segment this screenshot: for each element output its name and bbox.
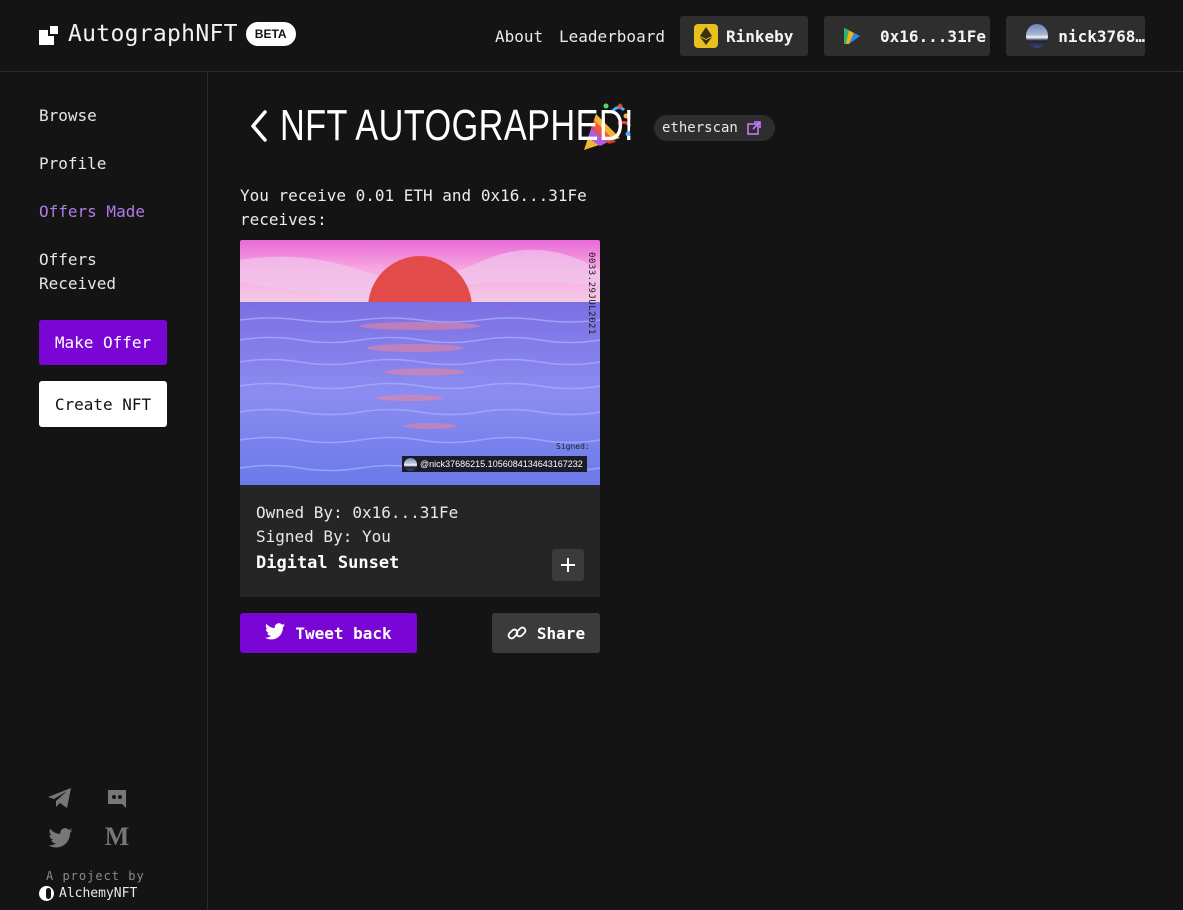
wallet-button[interactable]: 0x16...31Fe bbox=[824, 16, 990, 56]
sidebar: Browse Profile Offers Made Offers Receiv… bbox=[0, 72, 208, 910]
etherscan-link[interactable]: etherscan bbox=[654, 115, 775, 141]
beta-badge: BETA bbox=[245, 22, 296, 46]
top-header: AutographNFT BETA About Leaderboard Rink… bbox=[0, 0, 1183, 72]
nav-leaderboard[interactable]: Leaderboard bbox=[559, 27, 665, 46]
etherscan-label: etherscan bbox=[662, 120, 738, 136]
back-chevron-icon[interactable] bbox=[248, 106, 270, 146]
nav-about[interactable]: About bbox=[495, 27, 543, 46]
external-link-icon bbox=[747, 121, 761, 135]
alchemy-link[interactable]: AlchemyNFT bbox=[39, 886, 137, 901]
signature-text: @nick37686215.1056084134643167232 bbox=[420, 459, 583, 469]
tweet-back-button[interactable]: Tweet back bbox=[240, 613, 417, 653]
telegram-icon[interactable] bbox=[47, 785, 73, 811]
medium-icon[interactable]: M bbox=[104, 822, 130, 851]
logo[interactable]: AutographNFT BETA bbox=[39, 21, 296, 47]
nft-signed-label: Signed: bbox=[556, 442, 590, 451]
share-label: Share bbox=[536, 623, 586, 643]
nft-name: Digital Sunset bbox=[256, 553, 400, 573]
nft-artwork bbox=[240, 240, 600, 485]
twitter-icon bbox=[265, 623, 286, 643]
logo-text: AutographNFT bbox=[68, 21, 238, 47]
project-by-label: A project by bbox=[46, 869, 145, 883]
create-nft-button[interactable]: Create NFT bbox=[39, 381, 167, 427]
signature-avatar bbox=[404, 457, 417, 471]
receive-summary: You receive 0.01 ETH and 0x16...31Fe rec… bbox=[240, 186, 587, 229]
alchemy-label: AlchemyNFT bbox=[59, 886, 138, 901]
owned-by: Owned By: 0x16...31Fe bbox=[256, 503, 459, 522]
discord-icon[interactable] bbox=[104, 786, 130, 812]
avatar bbox=[1026, 24, 1049, 48]
sidebar-item-profile[interactable]: Profile bbox=[39, 152, 106, 176]
alchemy-icon bbox=[39, 886, 54, 901]
logo-icon bbox=[39, 23, 60, 45]
network-button[interactable]: Rinkeby bbox=[680, 16, 808, 56]
plus-icon bbox=[561, 558, 575, 572]
tweet-back-label: Tweet back bbox=[295, 623, 392, 643]
signed-by: Signed By: You bbox=[256, 527, 391, 546]
page-title: NFT AUTOGRAPHED! bbox=[280, 101, 634, 150]
title-row: NFT AUTOGRAPHED! bbox=[248, 100, 634, 152]
network-label: Rinkeby bbox=[726, 26, 794, 46]
sidebar-item-browse[interactable]: Browse bbox=[39, 104, 97, 128]
nft-date-stamp: 0033.29JUL2021 bbox=[586, 252, 596, 335]
link-icon bbox=[507, 623, 527, 643]
wallet-address: 0x16...31Fe bbox=[880, 26, 986, 46]
add-button[interactable] bbox=[552, 549, 584, 581]
username: nick3768… bbox=[1058, 26, 1145, 46]
nft-signature: @nick37686215.1056084134643167232 bbox=[402, 456, 587, 472]
sidebar-item-offers-received[interactable]: Offers Received bbox=[39, 248, 116, 296]
wallet-icon bbox=[840, 24, 864, 48]
profile-button[interactable]: nick3768… bbox=[1006, 16, 1145, 56]
make-offer-button[interactable]: Make Offer bbox=[39, 320, 167, 365]
twitter-icon[interactable] bbox=[47, 825, 73, 851]
ethereum-icon bbox=[694, 24, 718, 48]
share-button[interactable]: Share bbox=[492, 613, 600, 653]
sidebar-item-offers-made[interactable]: Offers Made bbox=[39, 200, 145, 224]
